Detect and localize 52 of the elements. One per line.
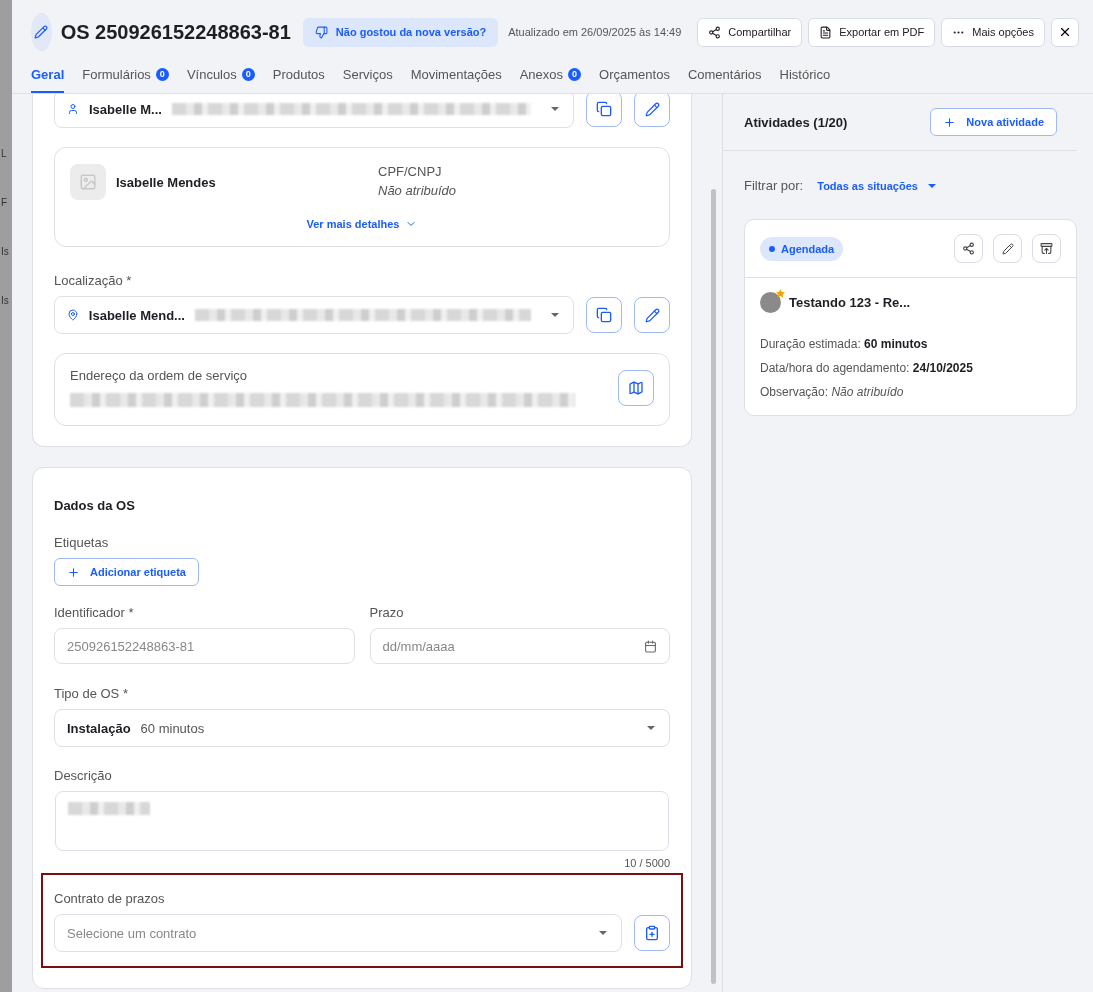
field-label: Localização * [54, 273, 133, 288]
section-title: Dados da OS [54, 498, 136, 513]
activity-detail: Duração estimada: 60 minutos [760, 337, 929, 351]
tab[interactable]: Anexos 0 [519, 57, 582, 93]
tab[interactable]: Formulários 0 [82, 57, 169, 93]
contract-select[interactable]: Selecione um contrato [54, 914, 622, 952]
order-title: OS 250926152248863-81 [60, 20, 291, 44]
tab[interactable]: Produtos [272, 57, 325, 93]
more-button[interactable]: Mais opções [941, 17, 1045, 47]
share-button[interactable]: Compartilhar [697, 17, 803, 47]
character-counter: 10 / 5000 [624, 857, 670, 869]
field-label: Tipo de OS * [54, 686, 129, 701]
details-link[interactable]: Ver mais detalhes [306, 218, 418, 230]
address-label: Endereço da ordem de serviço [70, 368, 249, 383]
field-label: Etiquetas [54, 535, 110, 550]
tab[interactable]: Orçamentos [599, 57, 670, 93]
field-label: Descrição [54, 768, 113, 783]
activity-detail: Observação: Não atribuído [760, 385, 905, 399]
field-label: Contrato de prazos [54, 891, 166, 906]
filter-dropdown[interactable]: Todas as situações [817, 179, 936, 192]
count-badge: 0 [241, 67, 255, 81]
document-value: Não atribuído [378, 183, 457, 198]
pdf-button[interactable]: Exportar em PDF [808, 17, 936, 47]
backdrop-text: Is [0, 246, 9, 257]
date-field[interactable]: dd/mm/aaaa [369, 628, 670, 664]
activity-title: Testando 123 - Re... [789, 295, 911, 310]
updated-text: Atualizado em 26/09/2025 às 14:49 [508, 26, 682, 38]
document-label: CPF/CNPJ [378, 164, 443, 179]
type-select[interactable]: Instalação 60 minutos [54, 709, 670, 747]
count-badge: 0 [568, 67, 582, 81]
activities-title: Atividades (1/20) [744, 114, 848, 130]
backdrop-text: F [0, 197, 8, 208]
tab[interactable]: Comentários [687, 57, 762, 93]
tab[interactable]: Vínculos 0 [186, 57, 255, 93]
add-tag-button[interactable]: Adicionar etiqueta [54, 558, 199, 586]
new-activity-button[interactable]: Nova atividade [930, 108, 1057, 136]
location-select[interactable]: Isabelle Mend... [54, 296, 574, 334]
count-badge: 0 [155, 67, 169, 81]
backdrop-text: Is [0, 295, 9, 306]
tab[interactable]: Serviços [342, 57, 393, 93]
filter-label: Filtrar por: [744, 178, 804, 193]
backdrop-text: L [0, 148, 7, 159]
identifier-field[interactable]: 250926152248863-81 [54, 628, 355, 664]
client-name: Isabelle Mendes [116, 174, 216, 190]
tab[interactable]: Movimentações [410, 57, 502, 93]
client-select[interactable]: Isabelle M... [54, 94, 574, 128]
field-label: Identificador * [54, 605, 135, 620]
activity-detail: Data/hora do agendamento: 24/10/2025 [760, 361, 974, 375]
feedback-button[interactable]: Não gostou da nova versão? [302, 17, 499, 47]
field-label: Prazo [369, 605, 405, 620]
status-badge: Agendada [760, 236, 844, 261]
tab[interactable]: Histórico [779, 57, 831, 93]
